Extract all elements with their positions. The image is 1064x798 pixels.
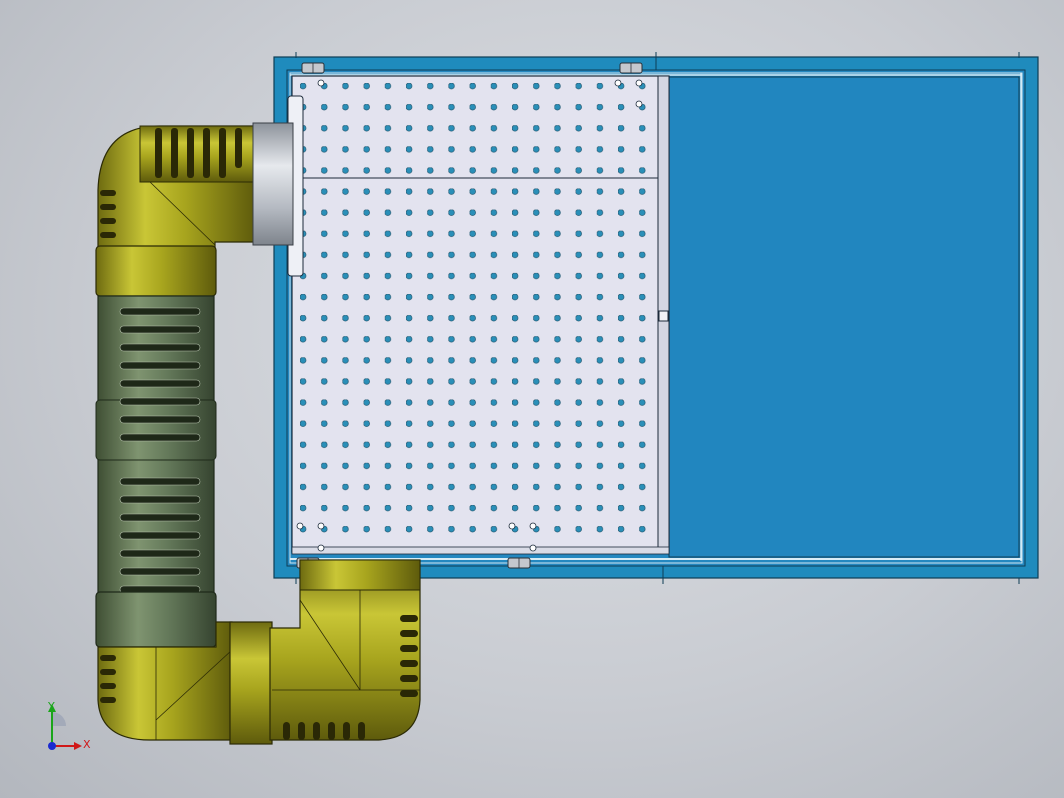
plate-latch	[658, 310, 669, 322]
lower-coupling	[95, 591, 217, 648]
triad-origin	[48, 742, 56, 750]
outlet-collar	[299, 559, 421, 591]
inlet-flange	[252, 122, 294, 246]
triad-x-label: X	[83, 738, 91, 751]
cad-viewport[interactable]: Y X	[0, 0, 1064, 798]
upper-coupling	[95, 245, 217, 297]
triad-y-label: Y	[47, 700, 55, 713]
plate-hole-grid	[292, 80, 654, 550]
plate-bottom-lip	[291, 546, 670, 555]
perforated-plate[interactable]	[287, 75, 670, 555]
bolt	[507, 557, 531, 569]
bottom-sleeve	[229, 621, 273, 745]
hose-band	[95, 399, 217, 461]
bolt	[301, 62, 325, 74]
bolt	[619, 62, 643, 74]
water-compartment	[668, 76, 1020, 558]
coordinate-triad-icon: Y X	[47, 700, 91, 751]
